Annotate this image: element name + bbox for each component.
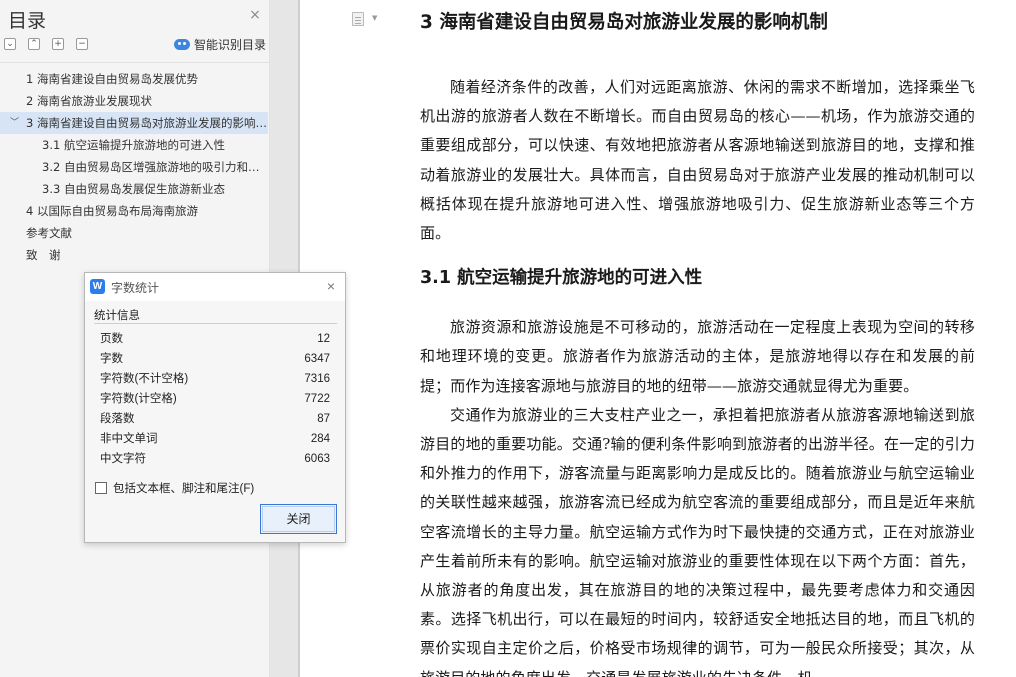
chevron-down-icon[interactable]: ▼ <box>372 14 377 22</box>
divider <box>0 62 270 63</box>
close-button[interactable]: 关闭 <box>260 504 337 534</box>
dialog-title: 字数统计 <box>111 281 160 295</box>
stat-value: 87 <box>317 413 330 425</box>
close-icon[interactable]: × <box>323 278 339 294</box>
document-page[interactable]: ▼ 3 海南省建设自由贸易岛对旅游业发展的影响机制 随着经济条件的改善，人们对远… <box>300 0 1016 677</box>
cloud-icon <box>174 38 190 50</box>
toc-item-label: 1 海南省建设自由贸易岛发展优势 <box>26 72 198 86</box>
wps-writer-icon: W <box>90 279 105 294</box>
stat-value: 284 <box>310 433 330 445</box>
stat-row: 段落数 87 <box>100 409 330 429</box>
include-textbox-checkbox[interactable]: 包括文本框、脚注和尾注(F) <box>95 480 254 496</box>
checkbox-label: 包括文本框、脚注和尾注(F) <box>113 483 255 495</box>
stat-value: 7316 <box>304 373 330 385</box>
toc-item[interactable]: 1 海南省建设自由贸易岛发展优势 <box>0 68 268 90</box>
add-level-icon[interactable]: + <box>52 38 64 50</box>
stat-label: 字符数(不计空格) <box>100 373 189 385</box>
toc-item[interactable]: 4 以国际自由贸易岛布局海南旅游 <box>0 200 268 222</box>
toc-item-label: 致 谢 <box>26 248 61 262</box>
document-icon[interactable] <box>352 12 364 26</box>
heading-section-3: 3 海南省建设自由贸易岛对旅游业发展的影响机制 <box>420 12 828 33</box>
smart-toc-button[interactable]: 智能识别目录 <box>174 36 266 52</box>
toc-item[interactable]: 3.2 自由贸易岛区增强旅游地的吸引力和竞争力 <box>0 156 268 178</box>
chevron-down-icon[interactable]: ﹀ <box>10 112 19 134</box>
toc-item[interactable]: 致 谢 <box>0 244 268 266</box>
dialog-titlebar[interactable]: W 字数统计 × <box>85 273 345 301</box>
paragraph: 交通作为旅游业的三大支柱产业之一，承担着把旅游者从旅游客源地输送到旅游目的地的重… <box>420 405 975 677</box>
stat-label: 中文字符 <box>100 453 146 465</box>
toc-item[interactable]: 3.3 自由贸易岛发展促生旅游新业态 <box>0 178 268 200</box>
stat-row: 中文字符 6063 <box>100 449 330 469</box>
stat-label: 段落数 <box>100 413 135 425</box>
stat-label: 非中文单词 <box>100 433 158 445</box>
toc-item[interactable]: ﹀ 3 海南省建设自由贸易岛对旅游业发展的影响机制 <box>0 112 268 134</box>
word-count-dialog[interactable]: W 字数统计 × 统计信息 页数 12 字数 6347 字符数(不计空格) 73… <box>84 272 346 543</box>
stat-label: 页数 <box>100 333 123 345</box>
stat-value: 6063 <box>304 453 330 465</box>
stat-row: 字数 6347 <box>100 349 330 369</box>
close-icon[interactable]: × <box>248 8 262 22</box>
toc-title: 目录 <box>8 10 47 32</box>
smart-toc-label: 智能识别目录 <box>194 37 267 52</box>
section-label: 统计信息 <box>94 310 140 322</box>
collapse-all-icon[interactable]: ⌄ <box>4 38 16 50</box>
toc-item[interactable]: 2 海南省旅游业发展现状 <box>0 90 268 112</box>
remove-level-icon[interactable]: − <box>76 38 88 50</box>
divider <box>94 323 337 324</box>
stat-row: 页数 12 <box>100 329 330 349</box>
toc-item[interactable]: 3.1 航空运输提升旅游地的可进入性 <box>0 134 268 156</box>
toc-item-label: 3.2 自由贸易岛区增强旅游地的吸引力和竞争力 <box>42 160 268 174</box>
stat-value: 7722 <box>304 393 330 405</box>
expand-up-icon[interactable]: ⌃ <box>28 38 40 50</box>
toc-item-label: 3.3 自由贸易岛发展促生旅游新业态 <box>42 182 225 196</box>
heading-section-3-1: 3.1 航空运输提升旅游地的可进入性 <box>420 268 703 289</box>
toc-item-label: 3.1 航空运输提升旅游地的可进入性 <box>42 138 225 152</box>
stat-value: 12 <box>317 333 330 345</box>
document-body[interactable]: 3 海南省建设自由贸易岛对旅游业发展的影响机制 随着经济条件的改善，人们对远距离… <box>420 10 975 677</box>
stat-label: 字符数(计空格) <box>100 393 177 405</box>
toc-item[interactable]: 参考文献 <box>0 222 268 244</box>
paragraph: 旅游资源和旅游设施是不可移动的，旅游活动在一定程度上表现为空间的转移和地理环境的… <box>420 318 975 395</box>
stat-value: 6347 <box>304 353 330 365</box>
stat-row: 字符数(计空格) 7722 <box>100 389 330 409</box>
toc-item-label: 参考文献 <box>26 226 72 240</box>
toc-item-label: 3 海南省建设自由贸易岛对旅游业发展的影响机制 <box>26 116 268 130</box>
paragraph: 随着经济条件的改善，人们对远距离旅游、休闲的需求不断增加，选择乘坐飞机出游的旅游… <box>420 78 975 243</box>
toc-item-label: 4 以国际自由贸易岛布局海南旅游 <box>26 204 198 218</box>
stat-label: 字数 <box>100 353 123 365</box>
stat-row: 非中文单词 284 <box>100 429 330 449</box>
toc-item-label: 2 海南省旅游业发展现状 <box>26 94 152 108</box>
checkbox[interactable] <box>95 482 107 494</box>
stat-row: 字符数(不计空格) 7316 <box>100 369 330 389</box>
